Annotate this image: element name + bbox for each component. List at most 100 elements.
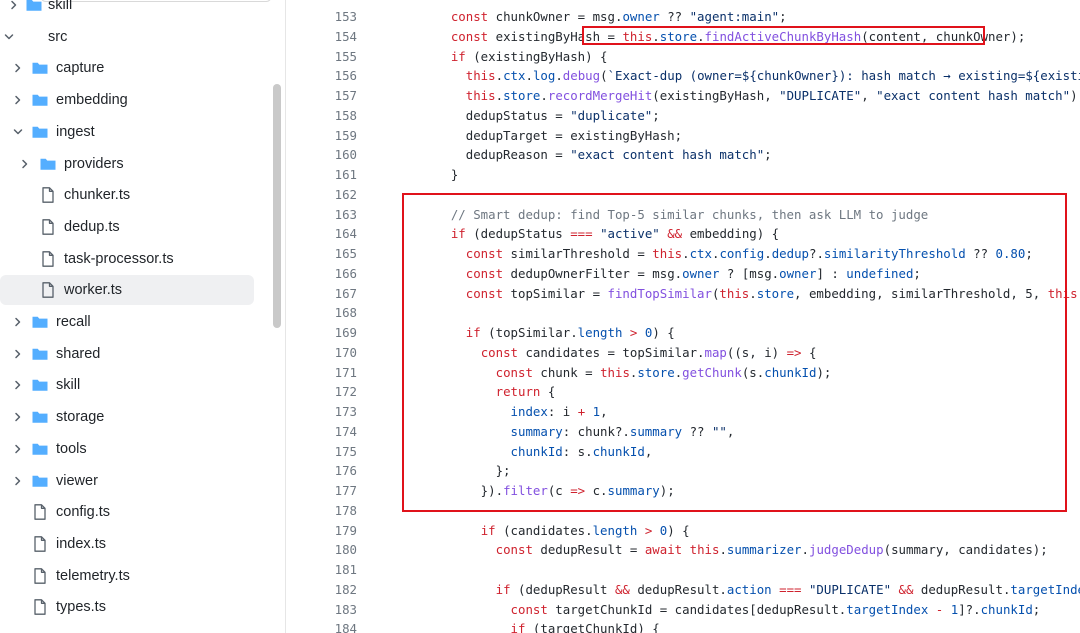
tree-item-shared[interactable]: shared [0, 339, 254, 369]
chevron-right-icon[interactable] [12, 379, 24, 391]
code-text: const topSimilar = findTopSimilar(this.s… [421, 284, 1080, 304]
chevron-right-icon[interactable] [12, 62, 24, 74]
code-text: }).filter(c => c.summary); [421, 481, 675, 501]
folder-icon [31, 440, 49, 458]
code-token: if [480, 522, 496, 538]
code-token: this [1047, 285, 1078, 301]
tree-item-index-ts[interactable]: index.ts [0, 529, 254, 559]
chevron-right-icon[interactable] [12, 475, 24, 487]
line-number: 180 [334, 542, 357, 558]
code-token: ; [913, 265, 921, 281]
code-token: findActiveChunkByHash [704, 28, 862, 44]
code-token: (topSimilar. [480, 325, 578, 340]
tree-item-skill[interactable]: skill [0, 370, 254, 400]
line-number: 171 [334, 364, 357, 380]
code-token: , [600, 404, 608, 419]
tree-item-tools[interactable]: tools [0, 434, 254, 464]
tree-item-capture[interactable]: capture [0, 53, 254, 83]
code-token: undefined [846, 265, 914, 281]
chevron-right-icon[interactable] [12, 443, 24, 455]
code-line: 163 // Smart dedup: find Top-5 similar c… [287, 205, 1080, 225]
code-editor[interactable]: 153 const chunkOwner = msg.owner ?? "age… [287, 0, 1080, 633]
line-number: 172 [334, 384, 357, 400]
tree-item-telemetry-ts[interactable]: telemetry.ts [0, 561, 254, 591]
chevron-down-icon[interactable] [3, 31, 15, 43]
chevron-right-icon[interactable] [12, 348, 24, 360]
line-number: 163 [334, 206, 357, 222]
folder-icon [25, 0, 43, 14]
code-token: length [592, 522, 638, 538]
code-token: length [577, 325, 623, 340]
line-number: 161 [334, 167, 357, 182]
line-number: 181 [334, 562, 357, 577]
code-text: chunkId: s.chunkId, [421, 442, 653, 462]
tree-item-types-ts[interactable]: types.ts [0, 592, 254, 622]
code-token: "" [711, 423, 727, 439]
line-number: 179 [334, 522, 357, 538]
chevron-right-icon[interactable] [12, 411, 24, 423]
code-line: 170 const candidates = topSimilar.map((s… [287, 343, 1080, 363]
line-number: 166 [334, 265, 357, 281]
tree-item-label: viewer [56, 472, 98, 489]
code-text: }; [421, 461, 511, 481]
code-token: const [465, 246, 504, 261]
code-token: debug [562, 68, 601, 84]
tree-item-recall[interactable]: recall [0, 307, 254, 337]
line-number: 170 [334, 344, 357, 360]
tree-item-dedup-ts[interactable]: dedup.ts [0, 212, 254, 242]
tree-item-label: storage [56, 409, 105, 426]
code-token: ctx [503, 68, 526, 84]
tree-item-chunker-ts[interactable]: chunker.ts [0, 180, 254, 210]
code-text: index: i + 1, [421, 402, 608, 422]
tree-item-viewer[interactable]: viewer [0, 466, 254, 496]
code-token: if [465, 325, 481, 340]
chevron-right-icon[interactable] [19, 158, 31, 170]
code-token: index [510, 404, 548, 419]
tree-item-providers[interactable]: providers [0, 149, 254, 179]
code-token: dedupResult = [532, 542, 645, 558]
tree-item-embedding[interactable]: embedding [0, 85, 254, 115]
tree-item-task-processor-ts[interactable]: task-processor.ts [0, 244, 254, 274]
code-token: map [704, 344, 727, 360]
code-token: && [614, 581, 630, 597]
code-line: 184 if (targetChunkId) { [287, 619, 1080, 633]
tree-item-storage[interactable]: storage [0, 402, 254, 432]
code-line: 182 if (dedupResult && dedupResult.actio… [287, 580, 1080, 600]
chevron-right-icon[interactable] [12, 94, 24, 106]
code-token: }). [421, 483, 504, 498]
code-token: targetIndex [1010, 581, 1080, 597]
code-line: 176 }; [287, 461, 1080, 481]
code-token: && [898, 581, 914, 597]
file-icon [31, 535, 49, 553]
code-token: "exact content hash match" [570, 147, 765, 163]
sidebar-scrollbar[interactable] [273, 84, 281, 328]
chevron-down-icon[interactable] [12, 126, 24, 138]
code-token: this [600, 364, 630, 380]
file-icon [39, 218, 57, 236]
code-text: dedupStatus = "duplicate"; [421, 106, 660, 126]
tree-item-src[interactable]: src [0, 22, 254, 52]
chevron-right-icon[interactable] [12, 316, 24, 328]
tree-item-label: src [48, 28, 68, 45]
tree-item-config-ts[interactable]: config.ts [0, 497, 254, 527]
line-number: 153 [334, 9, 357, 24]
code-token: 1 [592, 404, 601, 419]
tree-item-label: task-processor.ts [64, 250, 174, 267]
tree-item-label: skill [56, 377, 81, 394]
tree-item-skill[interactable]: skill [0, 0, 254, 20]
code-text: if (targetChunkId) { [421, 619, 660, 633]
chevron-right-icon[interactable] [8, 0, 20, 11]
code-token: c. [585, 483, 608, 498]
tree-item-worker-ts[interactable]: worker.ts [0, 275, 254, 306]
code-token: (content, chunkOwner); [861, 28, 1026, 44]
line-number: 155 [334, 48, 357, 64]
tree-item-ingest[interactable]: ingest [0, 117, 254, 147]
code-line: 180 const dedupResult = await this.summa… [287, 540, 1080, 560]
code-token: (s. [741, 364, 765, 380]
code-token: const [465, 265, 504, 281]
code-token: await [644, 542, 683, 558]
